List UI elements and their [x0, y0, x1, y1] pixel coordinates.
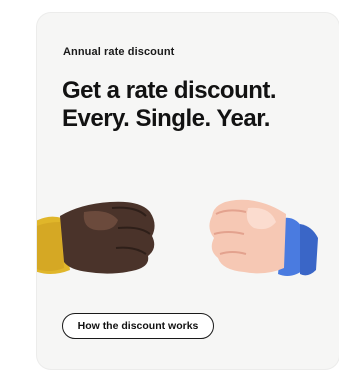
- how-discount-works-button[interactable]: How the discount works: [62, 313, 214, 339]
- card-eyebrow: Annual rate discount: [63, 46, 175, 58]
- fist-bump-illustration: [37, 199, 318, 276]
- light-fist-icon: [209, 199, 318, 276]
- headline-line-1: Get a rate discount.: [62, 77, 277, 104]
- headline-line-2: Every. Single. Year.: [62, 105, 270, 132]
- discount-card: Annual rate discount Get a rate discount…: [37, 13, 339, 369]
- dark-fist-icon: [37, 201, 155, 274]
- card-headline: Get a rate discount. Every. Single. Year…: [62, 77, 339, 133]
